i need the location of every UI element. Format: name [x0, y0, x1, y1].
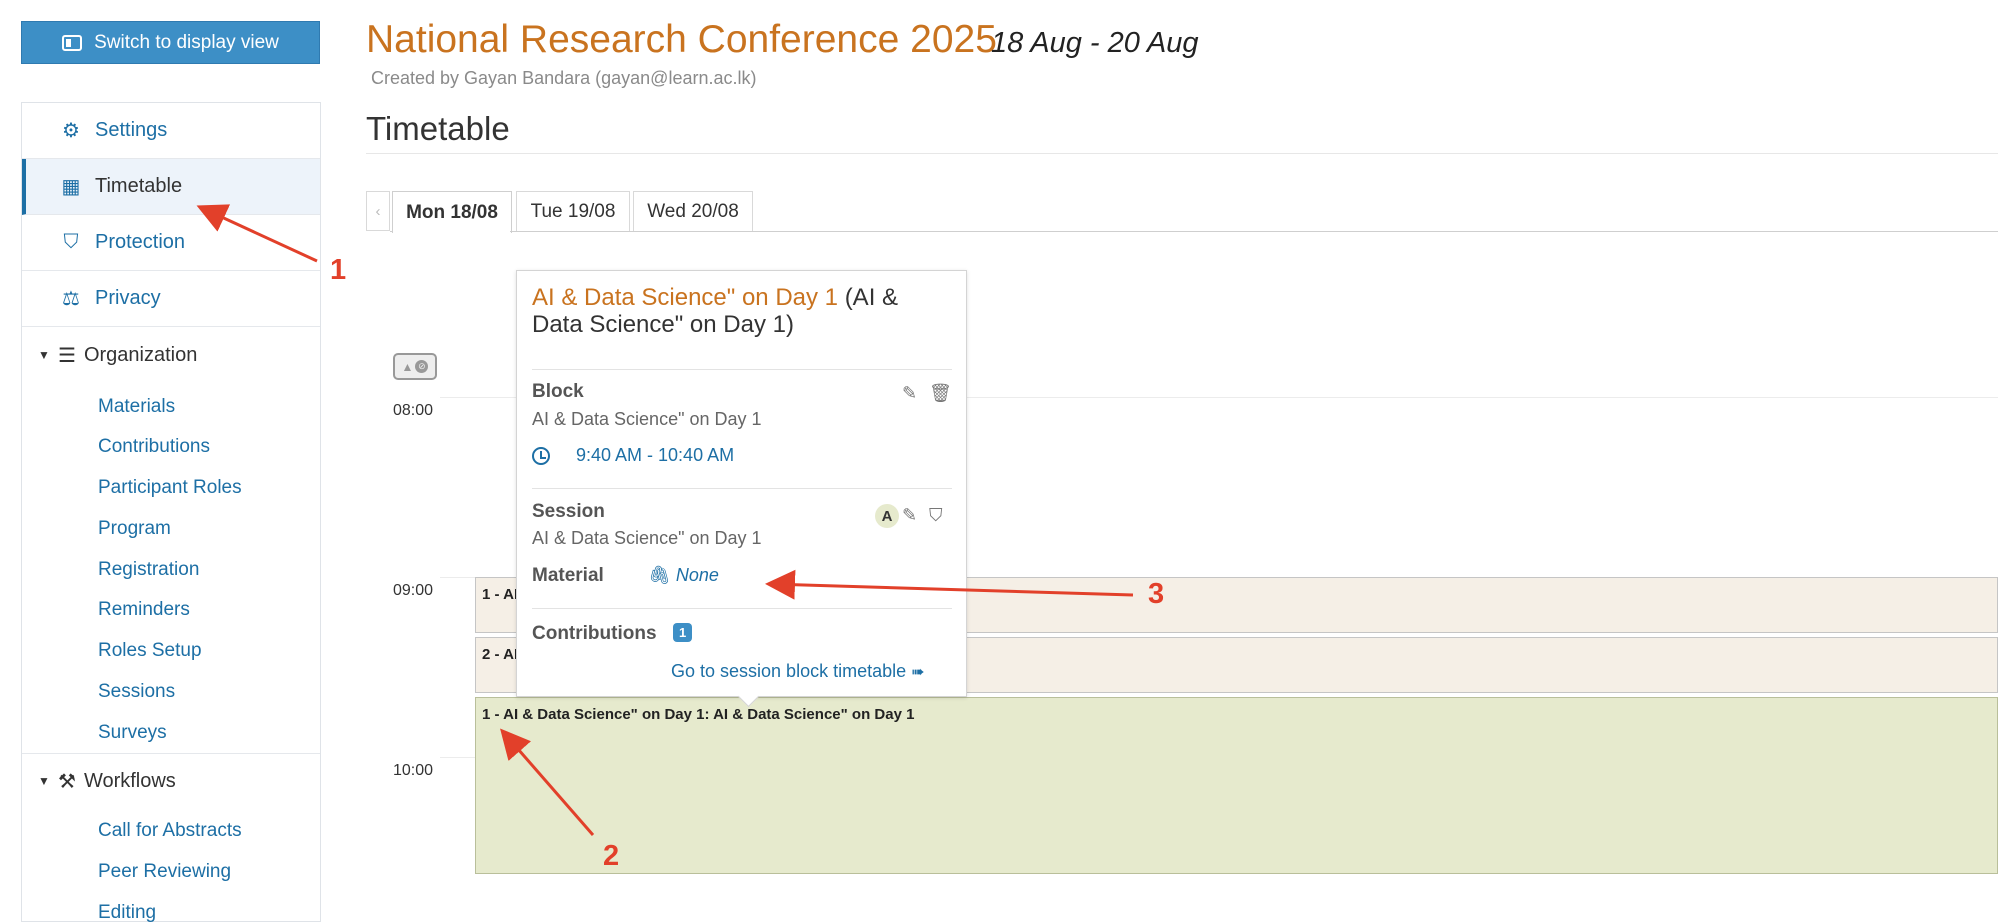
time-label-0900: 09:00 — [393, 582, 434, 599]
sidebar-link-editing[interactable]: Editing — [98, 902, 156, 924]
sidebar-link-reminders[interactable]: Reminders — [98, 599, 190, 621]
arrow-right-icon: ➠ — [911, 664, 925, 681]
sidebar-item-settings[interactable]: ⚙ Settings — [22, 103, 320, 159]
sidebar-item-label: Privacy — [95, 287, 161, 309]
time-label-0800: 08:00 — [393, 402, 434, 419]
prev-day-button[interactable]: ‹ — [366, 191, 390, 231]
sidebar-item-protection[interactable]: ⛉ Protection — [22, 215, 320, 271]
display-view-icon — [62, 34, 83, 51]
material-link[interactable]: 🖇 None — [648, 565, 719, 586]
divider — [532, 488, 952, 489]
switch-display-view-button[interactable]: Switch to display view — [21, 21, 320, 64]
workflows-label: Workflows — [83, 769, 176, 792]
delete-block-icon[interactable]: 🗑 — [929, 383, 952, 404]
event-dates: 18 Aug - 20 Aug — [991, 27, 1199, 59]
gavel-icon: ⚒ — [58, 770, 76, 793]
block-value: AI & Data Science" on Day 1 — [532, 409, 762, 429]
organization-section-toggle[interactable]: ▼ ☰ Organization — [22, 327, 320, 383]
clock-icon — [532, 446, 550, 465]
popover-title: AI & Data Science" on Day 1 (AI & Data S… — [532, 284, 952, 338]
edit-block-icon[interactable]: ✎ — [902, 383, 917, 404]
divider — [366, 153, 1998, 154]
switch-display-view-label: Switch to display view — [94, 31, 279, 53]
tab-mon[interactable]: Mon 18/08 — [392, 191, 512, 233]
material-label: Material — [532, 565, 604, 586]
sidebar-item-label: Settings — [95, 119, 168, 141]
sidebar-item-label: Protection — [95, 231, 186, 253]
goto-link-label: Go to session block timetable — [671, 661, 907, 681]
sidebar-link-participant-roles[interactable]: Participant Roles — [98, 477, 242, 499]
caret-down-icon: ▼ — [38, 774, 50, 788]
scales-icon: ⚖ — [62, 288, 80, 310]
block-time: 9:40 AM - 10:40 AM — [532, 445, 734, 466]
material-value: None — [675, 565, 719, 585]
sidebar-link-surveys[interactable]: Surveys — [98, 722, 167, 744]
divider — [532, 369, 952, 370]
sidebar-link-contributions[interactable]: Contributions — [98, 436, 210, 458]
annotation-number-2: 2 — [603, 840, 620, 872]
event-title: National Research Conference 2025 — [366, 18, 997, 61]
time-range: 9:40 AM - 10:40 AM — [576, 445, 735, 465]
list-icon: ☰ — [58, 344, 76, 367]
tabs-baseline — [510, 231, 1998, 232]
sidebar-link-program[interactable]: Program — [98, 518, 171, 540]
session-value: AI & Data Science" on Day 1 — [532, 528, 762, 548]
sidebar-link-registration[interactable]: Registration — [98, 559, 199, 581]
edit-session-icon[interactable]: ✎ — [902, 505, 917, 526]
time-label-1000: 10:00 — [393, 762, 434, 779]
sidebar-link-sessions[interactable]: Sessions — [98, 681, 175, 703]
contributions-label: Contributions — [532, 623, 657, 644]
page-title: Timetable — [366, 110, 510, 147]
tab-tue[interactable]: Tue 19/08 — [516, 191, 630, 232]
gear-icon: ⚙ — [62, 120, 80, 142]
session-avatar-badge: A — [875, 504, 899, 528]
caret-down-icon: ▼ — [38, 348, 50, 362]
contributions-count-badge[interactable]: 1 — [673, 623, 693, 642]
goto-session-block-timetable-link[interactable]: Go to session block timetable ➠ — [671, 661, 925, 682]
annotation-number-1: 1 — [330, 254, 347, 286]
sidebar-link-peer-reviewing[interactable]: Peer Reviewing — [98, 861, 231, 883]
sidebar-item-privacy[interactable]: ⚖ Privacy — [22, 271, 320, 327]
divider — [390, 231, 392, 232]
calendar-icon: ▦ — [61, 176, 81, 198]
workflows-section-toggle[interactable]: ▼ ⚒ Workflows — [22, 753, 320, 809]
popover-title-main: AI & Data Science" on Day 1 — [532, 284, 839, 311]
divider — [532, 608, 952, 609]
sidebar-link-roles-setup[interactable]: Roles Setup — [98, 640, 202, 662]
sidebar: ⚙ Settings ▦ Timetable ⛉ Protection ⚖ Pr… — [21, 102, 321, 924]
shield-icon: ⛉ — [63, 231, 79, 253]
sidebar-item-label: Timetable — [95, 175, 183, 197]
tab-wed[interactable]: Wed 20/08 — [633, 191, 753, 232]
session-block-popover: AI & Data Science" on Day 1 (AI & Data S… — [516, 270, 967, 708]
timetable-controls-icon[interactable]: ▲ ⊘ — [393, 353, 437, 380]
sidebar-item-timetable[interactable]: ▦ Timetable — [22, 159, 320, 215]
paperclip-icon: 🖇 — [648, 565, 671, 585]
event-creator: Created by Gayan Bandara (gayan@learn.ac… — [371, 68, 757, 88]
session-protection-icon[interactable]: ⛉ — [929, 505, 943, 526]
annotation-number-3: 3 — [1148, 578, 1165, 610]
sidebar-link-materials[interactable]: Materials — [98, 396, 175, 418]
session-label: Session — [532, 501, 605, 522]
chevron-left-icon: ‹ — [375, 202, 381, 220]
sidebar-link-call-for-abstracts[interactable]: Call for Abstracts — [98, 820, 242, 842]
block-label: Block — [532, 381, 584, 402]
timetable-session-block[interactable]: 1 - AI & Data Science" on Day 1: AI & Da… — [475, 697, 1998, 874]
organization-label: Organization — [83, 343, 198, 366]
